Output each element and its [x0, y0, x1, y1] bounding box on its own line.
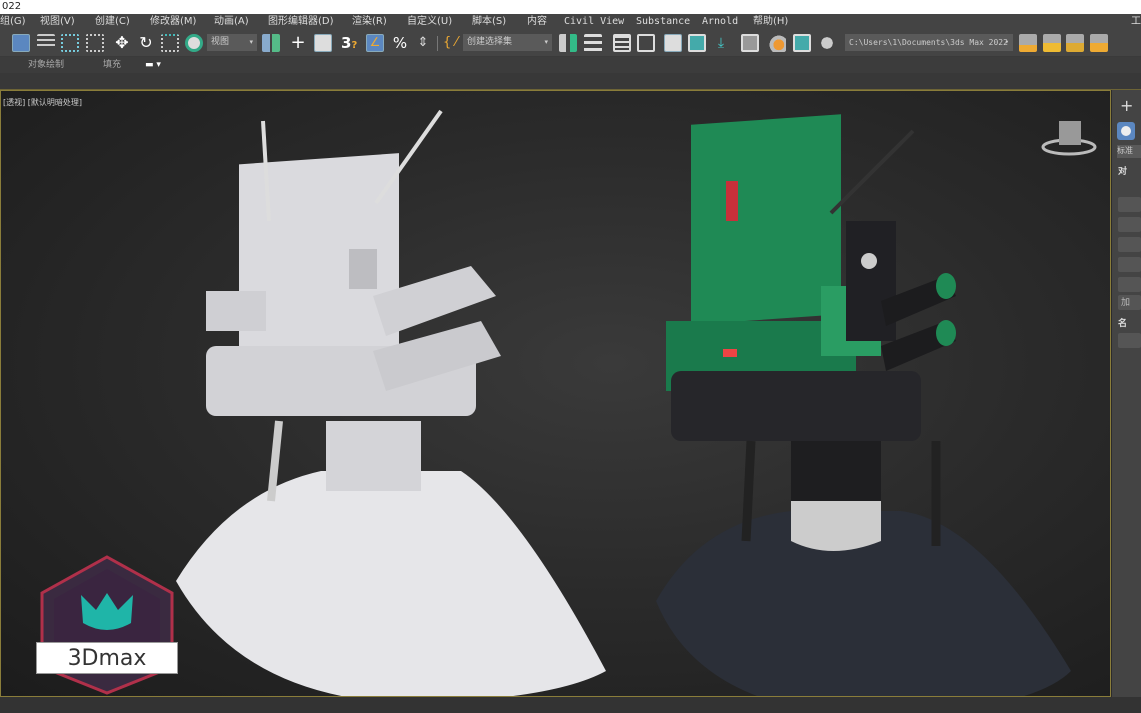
separator: [437, 36, 438, 51]
viewcube-icon: [1041, 121, 1097, 156]
window-title: 022: [0, 0, 1141, 14]
ribbon-bar: 对象绘制 填充 ▬ ▾: [0, 57, 1141, 73]
window-crossing-icon[interactable]: [86, 34, 104, 52]
scale-icon[interactable]: [161, 34, 179, 52]
mirror-icon[interactable]: [559, 34, 577, 52]
snap-label: 3: [341, 34, 352, 52]
textured-robot-model: [656, 114, 1071, 696]
menu-item-workspace[interactable]: 工: [1131, 14, 1141, 30]
menu-item-rendering[interactable]: 渲染(R): [352, 14, 387, 30]
ribbon-options-icon[interactable]: ▬ ▾: [145, 57, 161, 73]
scene-explorer-icon[interactable]: [613, 34, 631, 52]
menu-item-content[interactable]: 内容: [527, 14, 547, 30]
align-icon[interactable]: [584, 34, 602, 52]
object-type-rollout[interactable]: 对: [1118, 164, 1127, 177]
3dmax-logo: 3Dmax: [36, 555, 178, 695]
menu-item-animation[interactable]: 动画(A): [214, 14, 249, 30]
schematic-view-icon[interactable]: ⤓: [712, 34, 730, 52]
object-button[interactable]: [1118, 277, 1141, 292]
command-panel: + 标准 对 加 名: [1112, 90, 1141, 697]
main-toolbar: ✥ ↻ 视图 ▾ + 3? ∠ % ⇕ { ⁄ 创建选择集 ▾ ⤓ C:\Users…: [0, 30, 1141, 57]
curve-editor-icon[interactable]: [688, 34, 706, 52]
percent-snap-icon[interactable]: %: [391, 34, 409, 52]
name-color-rollout[interactable]: 名: [1118, 316, 1127, 329]
menu-item-modifiers[interactable]: 修改器(M): [150, 14, 196, 30]
pivot-center-icon[interactable]: [262, 34, 280, 52]
render-setup-icon[interactable]: [768, 34, 786, 52]
placement-icon[interactable]: [185, 34, 203, 52]
menu-item-group[interactable]: 组(G): [0, 14, 26, 30]
geometry-icon[interactable]: [1117, 122, 1135, 140]
menu-item-create[interactable]: 创建(C): [95, 14, 130, 30]
project-save-icon[interactable]: [1066, 34, 1084, 52]
render-production-icon[interactable]: [818, 34, 836, 52]
named-selection-dropdown[interactable]: 创建选择集 ▾: [463, 34, 552, 51]
material-editor-icon[interactable]: [741, 34, 759, 52]
angle-snap-icon[interactable]: ∠: [366, 34, 384, 52]
open-project-icon[interactable]: [1043, 34, 1061, 52]
menu-item-customize[interactable]: 自定义(U): [407, 14, 452, 30]
project-folder-dropdown[interactable]: C:\Users\1\Documents\3ds Max 2022 ▾: [845, 34, 1013, 51]
layer-explorer-icon[interactable]: [637, 34, 655, 52]
menu-item-view[interactable]: 视图(V): [40, 14, 75, 30]
name-field[interactable]: [1118, 333, 1141, 348]
menu-item-civil-view[interactable]: Civil View: [564, 14, 624, 30]
object-button[interactable]: [1118, 257, 1141, 272]
menu-item-arnold[interactable]: Arnold: [702, 14, 738, 30]
menu-item-substance[interactable]: Substance: [636, 14, 690, 30]
object-button[interactable]: 加: [1118, 295, 1141, 310]
toggle-ribbon-icon[interactable]: [664, 34, 682, 52]
project-icon[interactable]: [1019, 34, 1037, 52]
menu-item-help[interactable]: 帮助(H): [753, 14, 788, 30]
reference-coordinate-dropdown[interactable]: 视图 ▾: [207, 34, 257, 51]
ribbon-tab-object-paint[interactable]: 对象绘制: [28, 57, 64, 73]
select-object-icon[interactable]: [12, 34, 30, 52]
clay-robot-model: [176, 109, 606, 696]
rendered-frame-window-icon[interactable]: [793, 34, 811, 52]
ribbon-panel: [0, 73, 1141, 90]
create-tab-plus[interactable]: +: [1120, 96, 1133, 115]
menu-item-graph-editors[interactable]: 图形编辑器(D): [268, 14, 334, 30]
object-button[interactable]: [1118, 197, 1141, 212]
menu-item-scripting[interactable]: 脚本(S): [472, 14, 506, 30]
object-button[interactable]: [1118, 237, 1141, 252]
logo-text: 3Dmax: [36, 642, 178, 674]
snaps-toggle-icon[interactable]: 3?: [341, 34, 359, 52]
project-settings-icon[interactable]: [1090, 34, 1108, 52]
dropdown-value: 创建选择集: [467, 37, 513, 47]
rotate-icon[interactable]: ↻: [137, 34, 155, 52]
object-type-dropdown[interactable]: 标准: [1117, 145, 1141, 158]
ribbon-tab-fill[interactable]: 填充: [103, 57, 121, 73]
move-icon[interactable]: ✥: [113, 34, 131, 52]
object-button[interactable]: [1118, 217, 1141, 232]
select-by-name-icon[interactable]: [37, 34, 55, 52]
dropdown-value: 视图: [211, 37, 230, 47]
spinner-snap-icon[interactable]: ⇕: [414, 34, 432, 52]
menu-bar: 组(G) 视图(V) 创建(C) 修改器(M) 动画(A) 图形编辑器(D) 渲…: [0, 14, 1141, 30]
dropdown-value: C:\Users\1\Documents\3ds Max 2022: [849, 38, 1008, 47]
status-bar: [0, 697, 1141, 713]
edit-named-selection-icon[interactable]: { ⁄: [443, 34, 461, 52]
select-manipulate-icon[interactable]: +: [289, 34, 307, 52]
rectangular-selection-icon[interactable]: [61, 34, 79, 52]
keyboard-shortcut-override-icon[interactable]: [314, 34, 332, 52]
